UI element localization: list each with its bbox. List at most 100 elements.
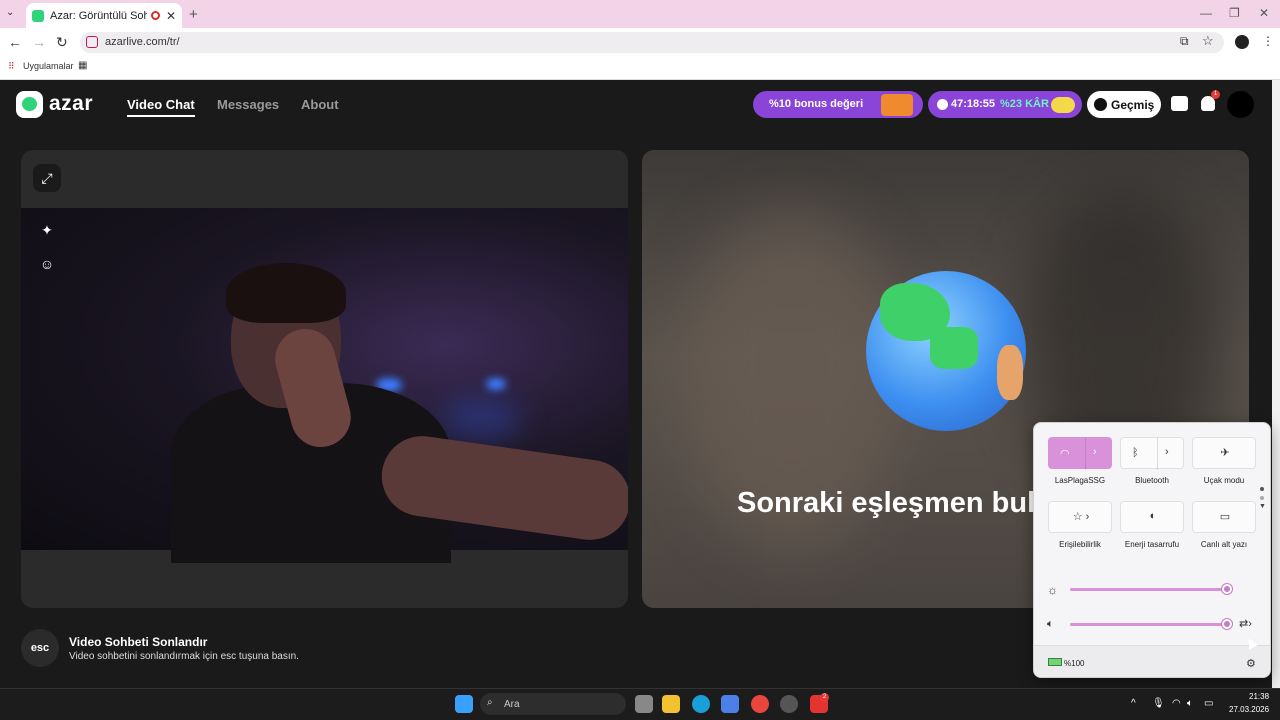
maximize-icon[interactable]: ❐ — [1229, 6, 1240, 20]
address-bar[interactable] — [80, 32, 1224, 53]
settings-gear-icon[interactable]: ⚙ — [1246, 657, 1256, 670]
apps-grid-icon[interactable]: ⠿ — [8, 61, 15, 72]
bookmarks-bar — [0, 57, 1280, 80]
battery-icon[interactable] — [1048, 658, 1062, 666]
show-hidden-icons-icon[interactable]: ^ — [1131, 698, 1136, 709]
browser-tab[interactable]: Azar: Görüntülü Sohbet & V ✕ — [26, 3, 182, 28]
brightness-slider-thumb[interactable] — [1222, 584, 1232, 594]
tab-search-icon[interactable]: ⌄ — [6, 7, 14, 18]
menu-kebab-icon[interactable]: ⋮ — [1262, 34, 1274, 48]
magic-wand-icon[interactable]: ✦ — [33, 216, 61, 244]
accessibility-icon: ☆ › — [1072, 511, 1090, 523]
esc-key-badge[interactable]: esc — [21, 629, 59, 667]
gift-box-icon — [881, 94, 913, 116]
recording-icon — [151, 11, 160, 20]
page-scrollbar[interactable] — [1272, 80, 1280, 688]
clock-date[interactable]: 27.03.2026 — [1229, 705, 1269, 714]
microphone-icon[interactable]: 🎙︎ — [1152, 698, 1165, 709]
azar-logo-text[interactable]: azar — [49, 92, 93, 116]
page-dot-active[interactable] — [1260, 487, 1264, 491]
nav-messages[interactable]: Messages — [217, 97, 279, 112]
end-chat-title: Video Sohbeti Sonlandır — [69, 635, 208, 649]
wifi-tray-icon[interactable]: ◠ — [1172, 698, 1181, 709]
energy-saver-label: Enerji tasarrufu — [1124, 540, 1180, 549]
minimize-icon[interactable]: — — [1200, 6, 1212, 20]
clock-time[interactable]: 21:38 — [1249, 692, 1269, 701]
app-icon[interactable] — [780, 695, 798, 713]
forward-icon[interactable]: → — [32, 34, 46, 50]
taskbar-search-placeholder: Ara — [504, 699, 520, 710]
expand-icon[interactable]: ⤢ — [33, 164, 61, 192]
tab-close-icon[interactable]: ✕ — [166, 9, 176, 23]
cast-icon[interactable]: ⧉ — [1180, 34, 1189, 49]
volume-slider-thumb[interactable] — [1222, 619, 1232, 629]
airplane-label: Uçak modu — [1203, 476, 1245, 485]
wifi-label: LasPlagaSSG — [1054, 476, 1106, 485]
chevron-right-icon[interactable]: › — [1165, 446, 1169, 458]
timer-offer-button[interactable]: 47:18:55 %23 KÂR — [928, 91, 1082, 118]
bonus-offer-button[interactable]: %10 bonus değeri — [753, 91, 923, 118]
chrome-icon[interactable] — [751, 695, 769, 713]
nav-about[interactable]: About — [301, 97, 339, 112]
task-view-icon[interactable] — [635, 695, 653, 713]
history-button[interactable]: Geçmiş — [1087, 91, 1161, 118]
bookmark-star-icon[interactable]: ☆ — [1202, 33, 1214, 49]
window-close-icon[interactable]: ✕ — [1259, 6, 1269, 20]
store-icon[interactable] — [721, 695, 739, 713]
live-captions-label: Canlı alt yazı — [1200, 540, 1248, 549]
wifi-tile[interactable]: ◠ › — [1048, 437, 1112, 470]
page-dot[interactable] — [1260, 496, 1264, 500]
azar-favicon-icon — [32, 9, 44, 22]
scroll-down-icon[interactable]: ▼ — [1259, 503, 1266, 510]
user-avatar[interactable] — [1227, 91, 1254, 118]
tab-groups-icon[interactable]: ▦ — [78, 60, 87, 71]
url-text[interactable]: azarlive.com/tr/ — [105, 36, 180, 48]
taskbar-search[interactable] — [480, 693, 626, 715]
reload-icon[interactable]: ↻ — [56, 34, 68, 51]
live-captions-tile[interactable]: ▭ — [1192, 501, 1256, 533]
shop-icon[interactable] — [1171, 96, 1188, 111]
tab-title: Azar: Görüntülü Sohbet & V — [50, 9, 148, 22]
energy-saver-icon: ◐ — [1149, 510, 1157, 522]
bluetooth-tile[interactable]: ᛒ › — [1120, 437, 1184, 470]
nav-active-underline — [127, 115, 195, 117]
profit-text: %23 KÂR — [1000, 98, 1049, 110]
wifi-icon: ◠ — [1060, 448, 1070, 460]
energy-saver-tile[interactable]: ◐ — [1120, 501, 1184, 533]
webcam-feed — [21, 208, 628, 563]
accessibility-tile[interactable]: ☆ › — [1048, 501, 1112, 533]
bonus-text: %10 bonus değeri — [769, 98, 864, 110]
windows-start-icon[interactable] — [455, 695, 473, 713]
back-icon[interactable]: ← — [8, 34, 22, 50]
notification-badge: 1 — [1211, 90, 1220, 99]
volume-tray-icon[interactable]: 🔈︎ — [1187, 698, 1193, 709]
finding-match-text: Sonraki eşleşmen bul — [737, 487, 1036, 519]
battery-tray-icon[interactable]: ▭ — [1204, 698, 1213, 709]
accessibility-label: Erişilebilirlik — [1059, 540, 1101, 549]
battery-percent[interactable]: %100 — [1064, 659, 1084, 668]
brightness-slider[interactable] — [1070, 588, 1227, 591]
profile-icon[interactable] — [1235, 35, 1249, 49]
bluetooth-label: Bluetooth — [1135, 476, 1169, 485]
edge-icon[interactable] — [692, 695, 710, 713]
audio-output-icon[interactable]: ⇄› — [1239, 617, 1252, 630]
nav-video-chat[interactable]: Video Chat — [127, 97, 195, 112]
coin-icon — [1051, 97, 1075, 113]
volume-slider[interactable] — [1070, 623, 1227, 626]
new-tab-button[interactable]: + — [189, 6, 198, 23]
airplane-mode-tile[interactable]: ✈ — [1192, 437, 1256, 469]
clock-icon — [937, 99, 948, 110]
brightness-icon: ☼ — [1047, 583, 1058, 597]
search-icon: ⌕ — [487, 697, 493, 708]
live-captions-icon: ▭ — [1219, 511, 1231, 523]
file-explorer-icon[interactable] — [662, 695, 680, 713]
camera-site-icon[interactable] — [86, 36, 98, 48]
apps-bookmark[interactable]: Uygulamalar — [23, 61, 74, 71]
my-video-panel: ⤢ ✦ ☺ — [21, 150, 628, 608]
azar-logo-icon[interactable] — [16, 91, 43, 118]
face-filter-icon[interactable]: ☺ — [33, 250, 61, 278]
airplane-icon: ✈ — [1220, 447, 1230, 459]
chevron-right-icon[interactable]: › — [1093, 446, 1097, 458]
volume-icon[interactable]: 🔈︎ — [1047, 618, 1054, 631]
end-chat-description: Video sohbetini sonlandırmak için esc tu… — [69, 651, 299, 662]
